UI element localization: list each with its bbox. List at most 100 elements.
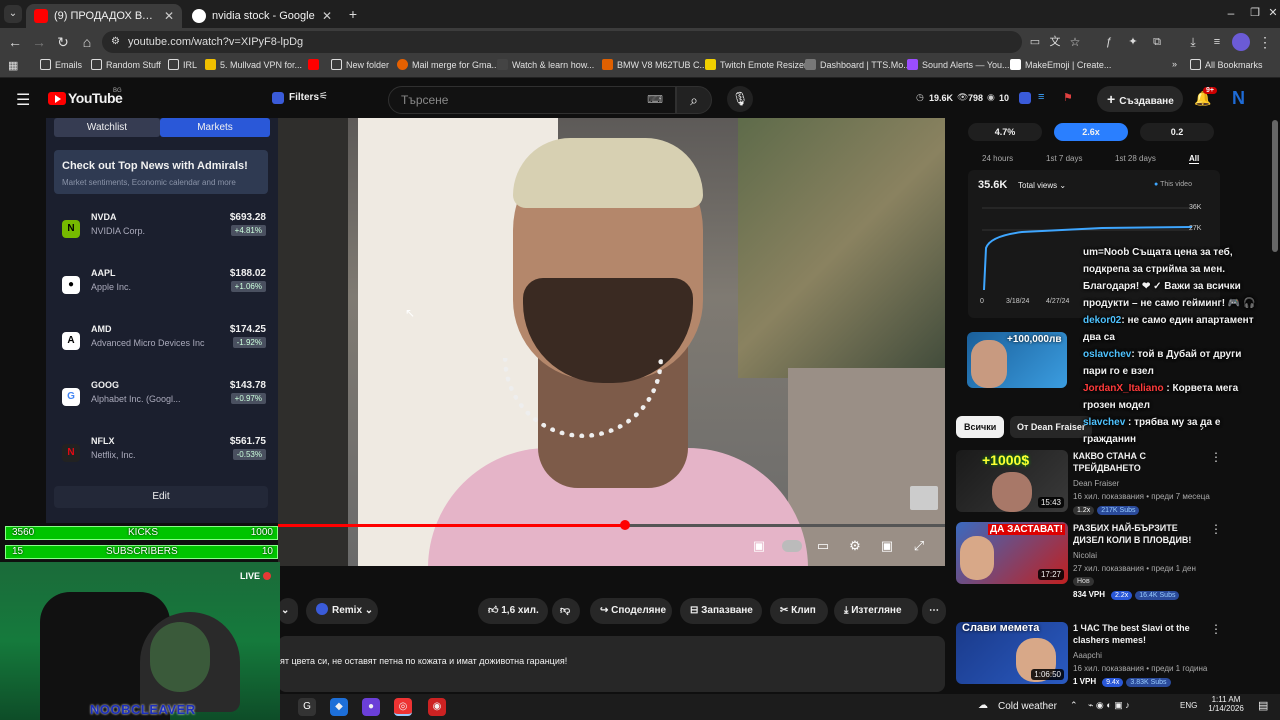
promo-banner[interactable]: Check out Top News with Admirals! Market… [54,150,268,194]
stock-row[interactable]: A AMD Advanced Micro Devices Inc $174.25… [54,318,272,366]
more-bookmarks-icon[interactable]: » [1172,59,1177,69]
url-field[interactable]: ⚙ youtube.com/watch?v=XIPyF8-lpDg [102,31,1022,53]
close-tab-icon[interactable]: ✕ [322,9,332,23]
youtube-logo-icon[interactable] [48,92,66,105]
range-24h[interactable]: 24 hours [982,154,1013,163]
taskbar-app-g-icon[interactable]: G [298,698,316,716]
tab-search-icon[interactable]: ⌄ [4,5,22,23]
recommendation-item[interactable]: Слави мемета 1:06:50 1 ЧАС The best Slav… [956,622,1222,704]
bookmark-item[interactable]: Random Stuff [91,59,161,70]
channel-name[interactable]: Aaapchi [1073,651,1102,660]
more-options-icon[interactable]: ⋮ [1210,522,1222,536]
keyboard-icon[interactable]: ⌨ [647,87,663,113]
download-button[interactable]: ⤓ Изтегляне [834,598,918,624]
stock-row[interactable]: G GOOG Alphabet Inc. (Googl... $143.78 +… [54,374,272,422]
voice-search-icon[interactable]: 🎙 [727,86,753,112]
bookmark-item[interactable]: IRL [168,59,197,70]
taskbar-app-icon[interactable]: ◆ [330,698,348,716]
extensions-puzzle-icon[interactable]: ⧉ [1148,33,1166,51]
tab-google-search[interactable]: nvidia stock - Google Search ✕ [184,4,340,28]
bookmark-star-icon[interactable]: ☆ [1066,33,1084,51]
ext-iq-icon[interactable] [1019,92,1031,104]
all-bookmarks[interactable]: All Bookmarks [1190,59,1263,70]
close-window-icon[interactable]: ✕ [1264,4,1280,22]
chip-from-channel[interactable]: От Dean Fraiser [1010,416,1093,438]
flag-icon[interactable]: ⚑ [1063,91,1073,104]
miniplayer-icon[interactable]: ▣ [878,538,896,554]
iq-ext-icon[interactable]: ▣ [750,538,768,554]
page-scrollbar[interactable] [1270,118,1280,694]
clip-button[interactable]: ✂ Клип [770,598,828,624]
tab-youtube-video[interactable]: (9) ПРОДАДОХ ВСИЧКИ АКЦИ ✕ [26,4,182,28]
tray-icons[interactable]: ⌁ ◉ ◐ ▣ ♪ [1088,700,1130,711]
back-icon[interactable]: ← [6,33,24,51]
bookmark-item[interactable]: Sound Alerts — You... [907,59,1010,70]
clock[interactable]: 1:11 AM 1/14/2026 [1206,695,1246,713]
channel-name[interactable]: Dean Fraiser [1073,479,1119,488]
side-video-thumbnail[interactable]: +100,000лв [967,332,1067,388]
stock-row[interactable]: N NFLX Netflix, Inc. $561.75 -0.53% [54,430,272,478]
remix-button[interactable]: Remix ⌄ [306,598,378,624]
more-options-icon[interactable]: ⋮ [1210,622,1222,636]
list-icon[interactable]: ≡ [1038,91,1044,103]
home-icon[interactable]: ⌂ [78,33,96,51]
channel-name[interactable]: Nicolai [1073,551,1097,560]
reload-icon[interactable]: ↻ [54,33,72,51]
bookmark-item[interactable]: New folder [331,59,389,70]
bookmark-item[interactable]: BMW V8 M62TUB C... [602,59,707,70]
profile-avatar[interactable] [1232,33,1250,51]
range-all[interactable]: All [1189,154,1200,164]
hamburger-menu-icon[interactable]: ☰ [16,90,30,110]
extension-f-icon[interactable]: ƒ [1100,33,1118,51]
filters-button[interactable]: Filters [289,92,319,103]
bookmark-item[interactable]: Watch & learn how... [497,59,594,70]
language-indicator[interactable]: ENG [1180,701,1197,710]
notification-center-icon[interactable]: ▤ [1258,699,1268,712]
bookmark-item[interactable] [308,59,319,70]
range-7d[interactable]: 1st 7 days [1046,154,1082,163]
range-28d[interactable]: 1st 28 days [1115,154,1156,163]
minimize-icon[interactable]: – [1222,4,1240,22]
expand-chevron-icon[interactable]: ⌄ [278,598,298,624]
fullscreen-icon[interactable]: ⤢ [910,538,928,554]
bookmark-item[interactable]: Mail merge for Gma... [397,59,499,70]
watchlist-tab[interactable]: Watchlist [54,118,160,137]
more-actions-icon[interactable]: ⋯ [922,598,946,624]
account-avatar[interactable]: N [1232,88,1245,109]
tray-chevron-icon[interactable]: ⌃ [1070,700,1078,711]
chip-all[interactable]: Всички [956,416,1005,438]
video-player[interactable]: ↖ [278,118,945,566]
subtitles-icon[interactable]: ▭ [814,538,832,554]
total-views-dropdown[interactable]: Total views ⌄ [1018,181,1066,190]
autoplay-toggle[interactable] [782,540,802,552]
search-button[interactable]: ⌕ [676,86,712,114]
video-progress-bar[interactable] [278,520,945,530]
scrollbar-thumb[interactable] [1272,120,1278,252]
extension-icon[interactable]: ✦ [1124,33,1142,51]
markets-tab[interactable]: Markets [160,118,270,137]
taskbar-app-icon[interactable]: ◉ [428,698,446,716]
bookmark-item[interactable]: MakeEmoji | Create... [1010,59,1111,70]
stock-row[interactable]: ● AAPL Apple Inc. $188.02 +1.06% [54,262,272,310]
apps-grid-icon[interactable]: ▦ [8,59,18,72]
edit-button[interactable]: Edit [54,486,268,508]
cast-icon[interactable]: ▭ [1026,33,1044,51]
taskbar-chrome-icon[interactable]: ◎ [394,698,412,716]
description-box[interactable]: ят цвета си, не оставят петна по кожата … [278,636,945,692]
save-button[interactable]: ⊟ Запазване [680,598,762,624]
recommendation-item[interactable]: ДА ЗАСТАВАТ! 17:27 РАЗБИХ НАЙ-БЪРЗИТЕ ДИ… [956,522,1222,604]
bookmark-item[interactable]: Twitch Emote Resizer [705,59,807,70]
media-controls-icon[interactable]: ≡ [1208,33,1226,51]
close-tab-icon[interactable]: ✕ [164,9,174,23]
settings-gear-icon[interactable]: ⚙ [846,538,864,554]
download-icon[interactable]: ⤓ [1184,33,1202,51]
bookmark-item[interactable]: Dashboard | TTS.Mo... [805,59,911,70]
bookmark-item[interactable]: Emails [40,59,82,70]
share-button[interactable]: ↪ Споделяне [590,598,672,624]
forward-icon[interactable]: → [30,33,48,51]
bookmark-item[interactable]: 5. Mullvad VPN for... [205,59,302,70]
filters-settings-icon[interactable]: ⚟ [319,91,328,102]
browser-menu-icon[interactable]: ⋮ [1256,33,1274,51]
site-info-icon[interactable]: ⚙ [111,31,120,53]
progress-scrubber[interactable] [619,520,630,530]
